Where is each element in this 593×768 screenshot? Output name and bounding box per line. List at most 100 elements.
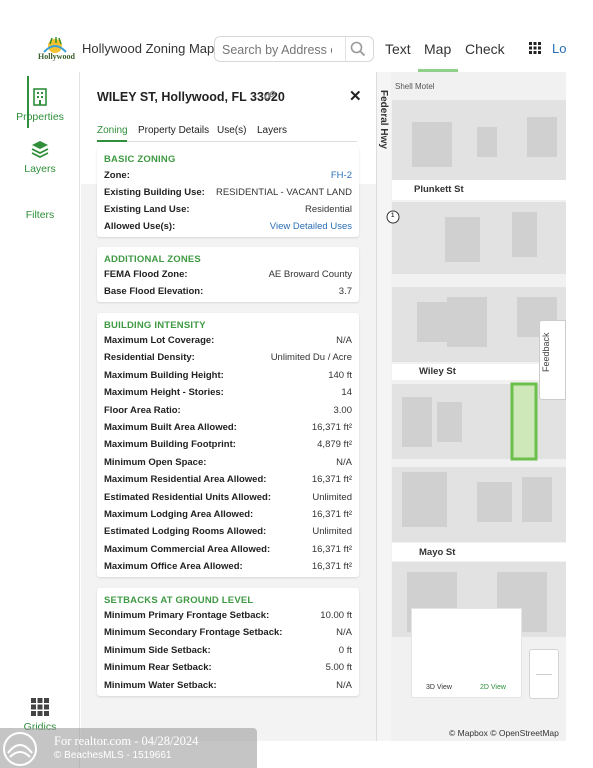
info-row: Maximum Lot Coverage: N/A [104,335,352,349]
row-value: RESIDENTIAL - VACANT LAND [215,187,352,198]
row-value: 4,879 ft² [317,439,352,451]
sidebar-item-filters[interactable]: Filters [0,207,80,221]
map-street-label: Wiley St [419,366,456,377]
zone-link[interactable]: FH-2 [331,170,352,181]
row-label: Minimum Primary Frontage Setback: [104,610,270,621]
sidebar-item-label: Filters [25,209,55,221]
info-row: Maximum Office Area Allowed: 16,371 ft² [104,561,352,575]
row-label: Maximum Building Height: [104,369,224,381]
tab-layers[interactable]: Layers [257,125,287,136]
sidebar-item-label: Layers [24,163,56,175]
row-value: 140 ft [328,369,352,381]
login-link[interactable]: Lo [552,41,566,56]
info-row: Allowed Use(s): View Detailed Uses [104,221,352,235]
search-divider [345,37,346,61]
building-intensity-card: BUILDING INTENSITY Maximum Lot Coverage:… [97,313,359,577]
gridics-logo-icon [31,698,49,716]
row-value: Unlimited [312,491,352,503]
tab-uses[interactable]: Use(s) [217,125,246,136]
row-value: 16,371 ft² [311,422,352,433]
map-poi-label: Shell Motel [395,82,435,91]
row-label: Estimated Lodging Rooms Allowed: [104,526,267,538]
row-label: Estimated Residential Units Allowed: [104,491,271,503]
card-title: ADDITIONAL ZONES [104,254,201,265]
setbacks-card: SETBACKS AT GROUND LEVEL Minimum Primary… [97,588,359,696]
row-label: Minimum Secondary Frontage Setback: [104,627,283,639]
info-row: Maximum Lodging Area Allowed: 16,371 ft² [104,509,352,523]
card-title: BASIC ZONING [104,154,176,165]
info-row: Floor Area Ratio: 3.00 [104,405,352,419]
basic-zoning-card: BASIC ZONING Zone: FH-2 Existing Building… [97,147,359,237]
row-value: 16,371 ft² [311,474,352,486]
info-row: Maximum Commercial Area Allowed: 16,371 f… [104,544,352,558]
property-panel: WILEY ST, Hollywood, FL 33020 ✕ Zoning P… [81,72,376,741]
search-icon[interactable] [350,41,366,57]
row-label: Maximum Office Area Allowed: [104,561,243,573]
row-label: Minimum Rear Setback: [104,662,212,674]
row-value: Unlimited Du / Acre [270,352,352,364]
logo-text: Hollywood [38,52,75,61]
sidebar-item-properties[interactable]: Properties [0,88,80,123]
row-label: Maximum Built Area Allowed: [104,422,237,433]
info-row: Zone: FH-2 [104,170,352,184]
nav-text-tab[interactable]: Text [385,41,411,57]
info-row: Minimum Water Setback: N/A [104,680,352,694]
tab-zoning[interactable]: Zoning [97,125,128,136]
address-search-input[interactable] [222,41,332,59]
row-value: AE Broward County [268,269,352,280]
map-street-label: Plunkett St [414,184,464,195]
row-label: Maximum Lot Coverage: [104,335,215,346]
nav-map-tab[interactable]: Map [424,41,451,57]
view-2d-button[interactable]: 2D View [480,684,506,691]
row-label: Floor Area Ratio: [104,404,181,416]
info-row: Existing Land Use: Residential [104,204,352,218]
row-label: Minimum Side Setback: [104,644,211,656]
info-row: Estimated Lodging Rooms Allowed: Unlimite… [104,526,352,540]
apps-grid-icon[interactable] [529,42,541,54]
map-street-label: Federal Hwy [378,90,389,149]
tab-active-indicator [97,140,127,142]
beaches-mls-logo-icon [3,732,37,766]
zoom-control[interactable] [529,649,559,699]
sidebar-item-layers[interactable]: Layers [0,140,80,175]
row-label: Minimum Water Setback: [104,679,217,691]
info-row: Maximum Building Footprint: 4,879 ft² [104,439,352,453]
nav-check-tab[interactable]: Check [465,41,505,57]
tab-property-details[interactable]: Property Details [138,125,209,136]
row-value: 3.00 [333,404,353,416]
info-row: Residential Density: Unlimited Du / Acre [104,352,352,366]
info-row: Existing Building Use: RESIDENTIAL - VACA… [104,187,352,201]
close-icon[interactable]: ✕ [349,87,362,105]
card-title: SETBACKS AT GROUND LEVEL [104,595,254,606]
left-sidebar: Properties Layers Filters Gridics [0,72,80,768]
row-value: 16,371 ft² [311,509,352,520]
row-value: 16,371 ft² [311,561,352,573]
info-row: FEMA Flood Zone: AE Broward County [104,269,352,283]
info-row: Maximum Height - Stories: 14 [104,387,352,401]
row-value: N/A [336,335,352,346]
view-3d-button[interactable]: 3D View [426,684,452,691]
link-icon[interactable] [264,89,276,101]
search-box [214,36,374,62]
card-title: BUILDING INTENSITY [104,320,206,331]
building-icon [33,88,47,106]
row-value: 10.00 ft [320,610,352,621]
info-row: Minimum Open Space: N/A [104,457,352,471]
watermark-text: For realtor.com - 04/28/2024 [54,734,199,748]
row-label: Maximum Lodging Area Allowed: [104,509,254,520]
app-title: Hollywood Zoning Map [82,41,215,56]
row-label: Existing Land Use: [104,204,190,215]
row-label: Maximum Building Footprint: [104,439,236,451]
info-row: Estimated Residential Units Allowed: Unli… [104,492,352,506]
map-attribution[interactable]: © Mapbox © OpenStreetMap [449,728,559,738]
row-value: N/A [336,627,352,639]
row-label: Maximum Height - Stories: [104,387,224,399]
view-detailed-uses-link[interactable]: View Detailed Uses [270,221,352,232]
info-row: Maximum Building Height: 140 ft [104,370,352,384]
row-value: 14 [341,387,352,399]
panel-title: WILEY ST, Hollywood, FL 33020 [97,90,285,104]
info-row: Maximum Built Area Allowed: 16,371 ft² [104,422,352,436]
row-label: Base Flood Elevation: [104,286,204,297]
app-header: Hollywood Hollywood Zoning Map Text Map … [0,0,593,72]
row-label: Maximum Commercial Area Allowed: [104,543,271,555]
